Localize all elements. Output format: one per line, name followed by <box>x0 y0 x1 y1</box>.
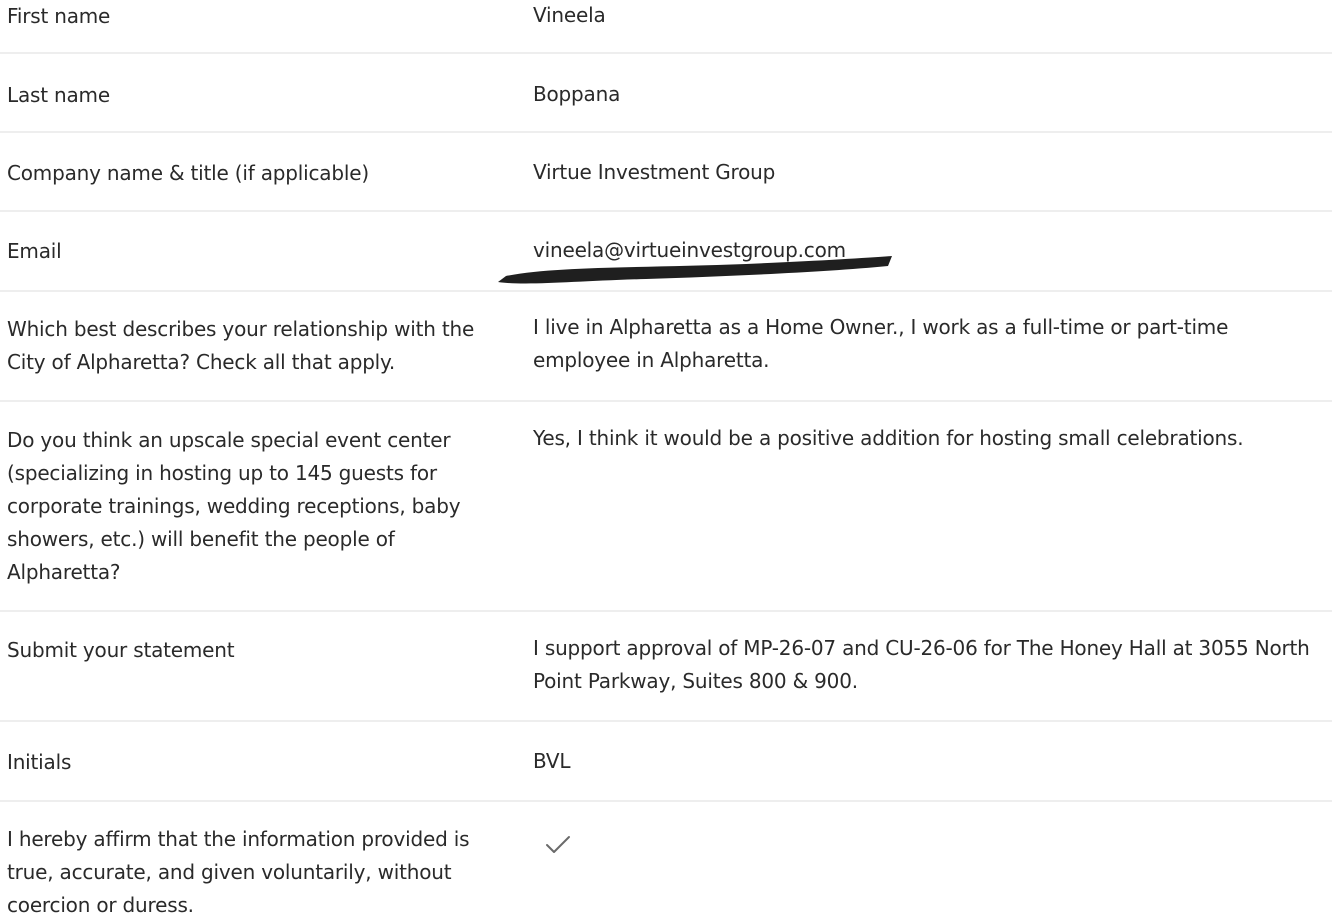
field-value: BVL <box>533 749 571 773</box>
field-label: Company name & title (if applicable) <box>7 161 369 185</box>
field-value: I live in Alpharetta as a Home Owner., I… <box>533 315 1229 372</box>
field-value: Boppana <box>533 82 621 106</box>
row-divider <box>0 720 1332 722</box>
field-label: Email <box>7 239 62 263</box>
redaction-mark <box>498 256 892 284</box>
row-divider <box>0 52 1332 54</box>
field-value: Virtue Investment Group <box>533 160 776 184</box>
field-label: I hereby affirm that the information pro… <box>7 827 470 917</box>
field-label: Which best describes your relationship w… <box>7 317 475 374</box>
field-value: Vineela <box>533 3 606 27</box>
row-divider <box>0 290 1332 292</box>
row-divider <box>0 800 1332 802</box>
row-divider <box>0 400 1332 402</box>
row-divider <box>0 610 1332 612</box>
field-value: I support approval of MP-26-07 and CU-26… <box>533 636 1310 693</box>
field-label: First name <box>7 4 111 28</box>
field-label: Last name <box>7 83 110 107</box>
row-divider <box>0 131 1332 133</box>
row-divider <box>0 210 1332 212</box>
field-value: Yes, I think it would be a positive addi… <box>533 426 1244 450</box>
field-label: Initials <box>7 750 72 774</box>
field-label: Do you think an upscale special event ce… <box>7 428 461 584</box>
field-label: Submit your statement <box>7 638 235 662</box>
checkmark-icon <box>546 836 570 853</box>
